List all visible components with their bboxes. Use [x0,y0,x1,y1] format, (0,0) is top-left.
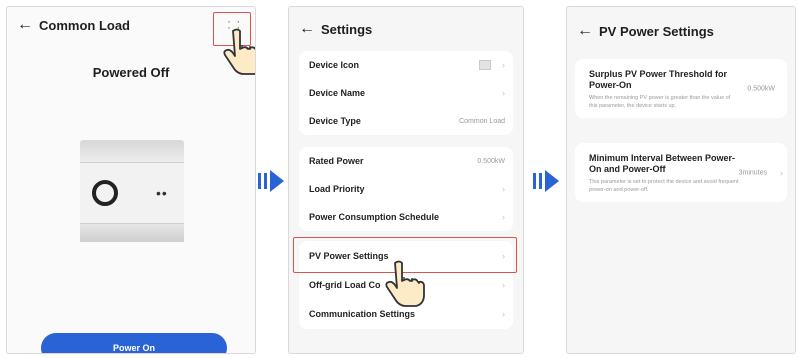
screen-common-load: ← Common Load · · · · Powered Off •• Powe… [6,6,256,354]
pv-card-2: Minimum Interval Between Power-On and Po… [575,143,787,202]
row-label: Power Consumption Schedule [309,212,440,222]
row-min-interval[interactable]: Minimum Interval Between Power-On and Po… [575,143,787,202]
settings-group-2: Rated Power 0.500kW Load Priority › Powe… [299,147,513,231]
row-device-type: Device Type Common Load [299,107,513,135]
back-arrow-icon[interactable]: ← [17,16,39,34]
flow-arrow-icon [258,170,286,192]
screen-settings: ← Settings Device Icon › Device Name › D… [288,6,524,354]
row-label: Load Priority [309,184,365,194]
row-label: Device Icon [309,60,360,70]
row-device-icon[interactable]: Device Icon › [299,51,513,79]
chevron-right-icon: › [780,167,783,178]
row-value: 0.500kW [747,85,775,92]
hand-pointer-icon [385,260,425,307]
row-power-schedule[interactable]: Power Consumption Schedule › [299,203,513,231]
chevron-right-icon: › [502,60,505,70]
back-arrow-icon[interactable]: ← [577,22,599,40]
chevron-right-icon: › [502,184,505,194]
chevron-right-icon: › [502,309,505,319]
row-description: When the remaining PV power is greater t… [589,95,731,109]
device-illustration: •• [80,140,184,242]
device-thumbnail-icon [479,60,491,70]
row-title: Surplus PV Power Threshold for Power-On [589,69,728,90]
row-label: Communication Settings [309,309,416,319]
chevron-right-icon: › [502,280,505,290]
chevron-right-icon: › [502,212,505,222]
power-ring-icon [92,180,118,206]
row-label: Off-grid Load Co [309,280,381,290]
row-rated-power[interactable]: Rated Power 0.500kW [299,147,513,175]
row-value: 3minutes [738,169,767,176]
pv-card-1: Surplus PV Power Threshold for Power-On … [575,59,787,118]
indicator-dots-icon: •• [156,185,168,201]
top-bar: ← Settings [289,11,523,47]
row-label: Rated Power [309,156,364,166]
power-status: Powered Off [92,65,170,80]
back-arrow-icon[interactable]: ← [299,20,321,38]
flow-arrow-icon [533,170,561,192]
power-on-button[interactable]: Power On [41,333,227,353]
row-label: Device Name [309,88,366,98]
row-value: Common Load [459,117,505,125]
page-title: Settings [321,21,373,37]
page-title: PV Power Settings [599,23,714,39]
row-load-priority[interactable]: Load Priority › [299,175,513,203]
chevron-right-icon: › [502,88,505,98]
row-device-name[interactable]: Device Name › [299,79,513,107]
page-title: Common Load [39,17,130,33]
screen-pv-power-settings: ← PV Power Settings Surplus PV Power Thr… [566,6,796,354]
row-label: Device Type [309,116,361,126]
row-value: 0.500kW [477,157,505,165]
settings-group-1: Device Icon › Device Name › Device Type … [299,51,513,135]
top-bar: ← PV Power Settings [567,13,795,49]
row-description: This parameter is set to protect the dev… [589,179,739,193]
row-surplus-threshold[interactable]: Surplus PV Power Threshold for Power-On … [575,59,787,118]
row-title: Minimum Interval Between Power-On and Po… [589,153,736,174]
